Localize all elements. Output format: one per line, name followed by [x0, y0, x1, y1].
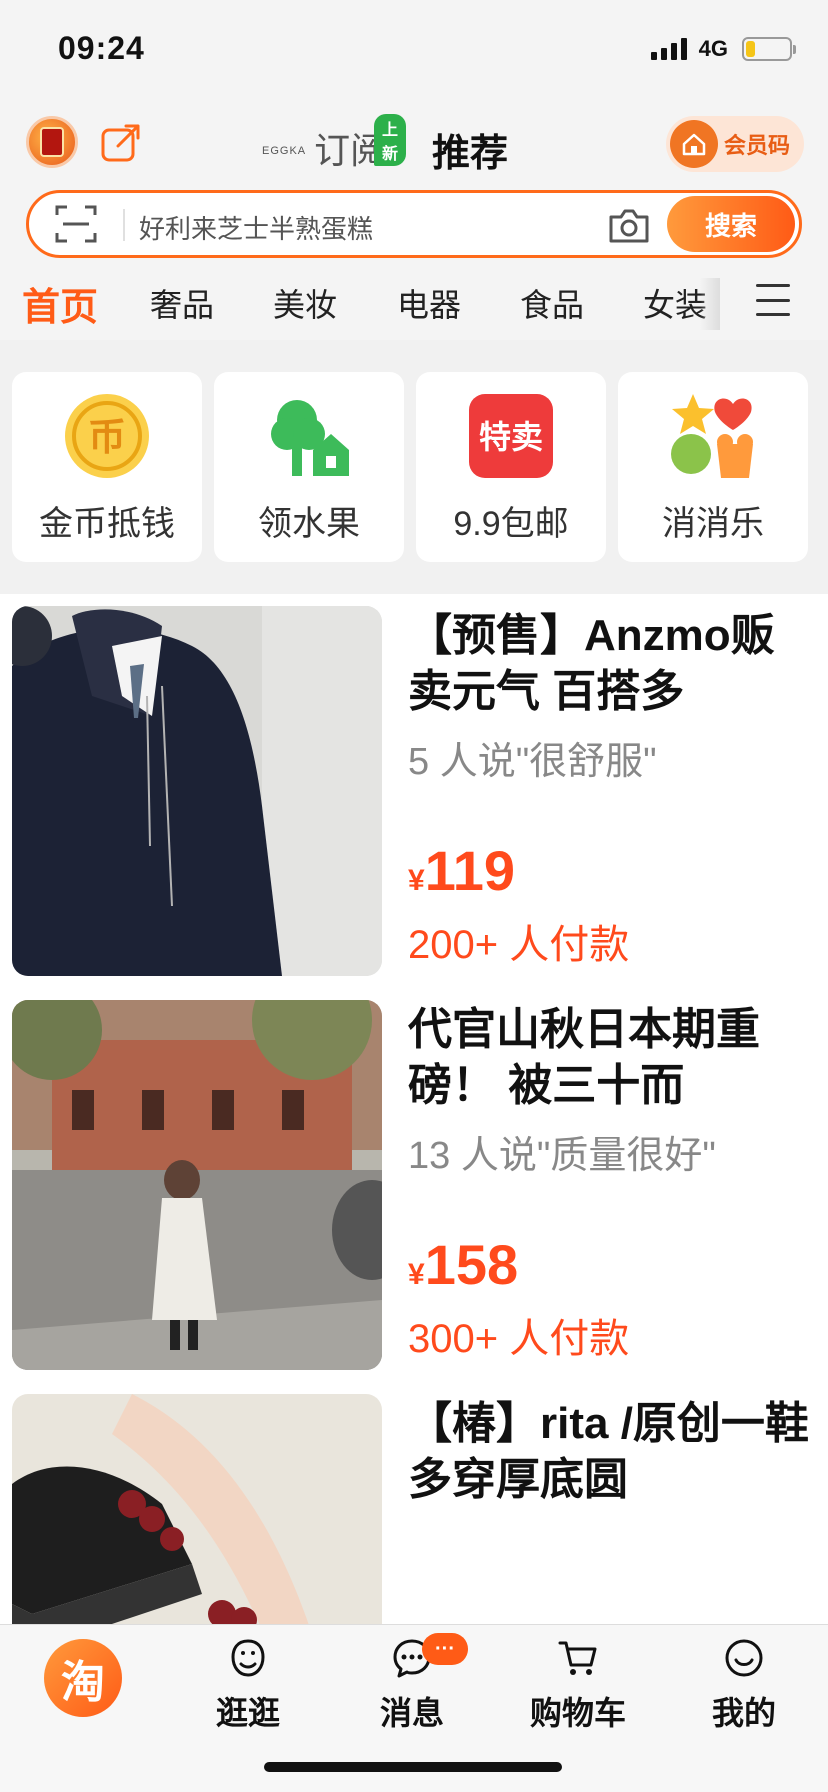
- product-title[interactable]: 【预售】Anzmo贩卖元气 百搭多: [408, 608, 818, 720]
- quick-tiles: 币 金币抵钱 领水果 特卖 9.9包邮 消消乐: [12, 372, 816, 562]
- battery-icon: [742, 37, 796, 61]
- match-game-icon: [671, 394, 753, 478]
- category-tab-appliances[interactable]: 电器: [397, 280, 461, 326]
- product-price: ¥158: [408, 1232, 518, 1297]
- category-tab-luxury[interactable]: 奢品: [150, 280, 214, 326]
- category-scroll-fade: [700, 278, 720, 330]
- product-image-hoodie[interactable]: [12, 606, 382, 976]
- product-title[interactable]: 【椿】rita /原创一鞋多穿厚底圆: [408, 1396, 818, 1508]
- gold-coin-icon: 币: [65, 394, 149, 478]
- price-value: 119: [424, 839, 516, 902]
- member-code-label: 会员码: [724, 133, 791, 158]
- tree-icon: [271, 400, 349, 476]
- product-card[interactable]: 【预售】Anzmo贩卖元气 百搭多 5 人说"很舒服" ¥119 200+ 人付…: [0, 594, 828, 988]
- product-sales: 300+ 人付款: [408, 1317, 630, 1361]
- top-header: EGGKA 订阅 上新 推荐 会员码: [0, 104, 828, 180]
- taobao-home-button[interactable]: 淘: [44, 1639, 122, 1717]
- profile-icon: [725, 1639, 763, 1677]
- product-sales: 200+ 人付款: [408, 923, 630, 967]
- brand-logo-small: EGGKA: [262, 145, 307, 157]
- nav-messages[interactable]: ··· 消息: [342, 1633, 482, 1734]
- product-image-trenchcoat[interactable]: [12, 1000, 382, 1370]
- network-label: 4G: [698, 36, 728, 61]
- special-sale-icon: 特卖: [469, 394, 553, 478]
- menu-icon[interactable]: [756, 284, 790, 316]
- search-button[interactable]: 搜索: [667, 196, 795, 252]
- tile-label: 领水果: [258, 505, 360, 543]
- user-avatar[interactable]: [26, 116, 78, 168]
- cart-icon: [558, 1641, 597, 1675]
- category-tabs: 首页 奢品 美妆 电器 食品 女装: [0, 270, 828, 338]
- tab-recommend[interactable]: 推荐: [432, 122, 508, 177]
- status-time: 09:24: [58, 30, 145, 66]
- scan-icon[interactable]: [55, 205, 97, 243]
- product-card[interactable]: 代官山秋日本期重磅！ 被三十而 13 人说"质量很好" ¥158 300+ 人付…: [0, 988, 828, 1382]
- tile-gold-coin[interactable]: 币 金币抵钱: [12, 372, 202, 562]
- status-bar: 09:24 4G: [0, 0, 828, 100]
- new-badge: 上新: [374, 114, 407, 166]
- tile-special-sale[interactable]: 特卖 9.9包邮: [416, 372, 606, 562]
- product-review: 5 人说"很舒服": [408, 741, 657, 783]
- search-bar[interactable]: 好利来芝士半熟蛋糕 搜索: [26, 190, 802, 258]
- tab-subscribe[interactable]: EGGKA 订阅 上新: [262, 114, 407, 174]
- status-indicators: 4G: [650, 36, 796, 62]
- search-input[interactable]: 好利来芝士半熟蛋糕: [139, 209, 373, 246]
- category-tab-food[interactable]: 食品: [520, 280, 584, 326]
- price-currency: ¥: [408, 864, 425, 897]
- category-tab-womens[interactable]: 女装: [643, 280, 707, 326]
- product-feed: 【预售】Anzmo贩卖元气 百搭多 5 人说"很舒服" ¥119 200+ 人付…: [0, 594, 828, 1764]
- camera-icon[interactable]: [607, 205, 651, 245]
- nav-stroll[interactable]: 逛逛: [178, 1637, 318, 1734]
- nav-label: 消息: [379, 1695, 444, 1731]
- category-tab-beauty[interactable]: 美妆: [273, 280, 337, 326]
- product-price: ¥119: [408, 838, 515, 903]
- tile-fruit[interactable]: 领水果: [214, 372, 404, 562]
- category-tab-home[interactable]: 首页: [22, 276, 98, 331]
- product-review: 13 人说"质量很好": [408, 1135, 716, 1177]
- nav-label: 购物车: [529, 1695, 626, 1731]
- home-indicator[interactable]: [264, 1762, 562, 1772]
- price-value: 158: [424, 1233, 519, 1296]
- product-title[interactable]: 代官山秋日本期重磅！ 被三十而: [408, 1002, 818, 1114]
- price-currency: ¥: [408, 1258, 425, 1291]
- svg-text:币: 币: [88, 415, 126, 459]
- svg-text:特卖: 特卖: [479, 418, 543, 456]
- tile-label: 9.9包邮: [453, 505, 569, 543]
- message-badge: ···: [422, 1633, 468, 1665]
- member-house-icon: [670, 120, 718, 168]
- tile-label: 金币抵钱: [39, 505, 175, 543]
- nav-label: 我的: [711, 1695, 776, 1731]
- search-divider: [123, 209, 125, 241]
- nav-cart[interactable]: 购物车: [508, 1637, 648, 1734]
- tile-match-game[interactable]: 消消乐: [618, 372, 808, 562]
- member-code-button[interactable]: 会员码: [666, 116, 804, 172]
- nav-profile[interactable]: 我的: [674, 1637, 814, 1734]
- nav-label: 逛逛: [215, 1695, 280, 1731]
- stroll-icon: [231, 1639, 265, 1677]
- tile-label: 消消乐: [662, 505, 764, 543]
- signal-icon: [650, 38, 687, 60]
- share-out-icon[interactable]: [98, 120, 144, 166]
